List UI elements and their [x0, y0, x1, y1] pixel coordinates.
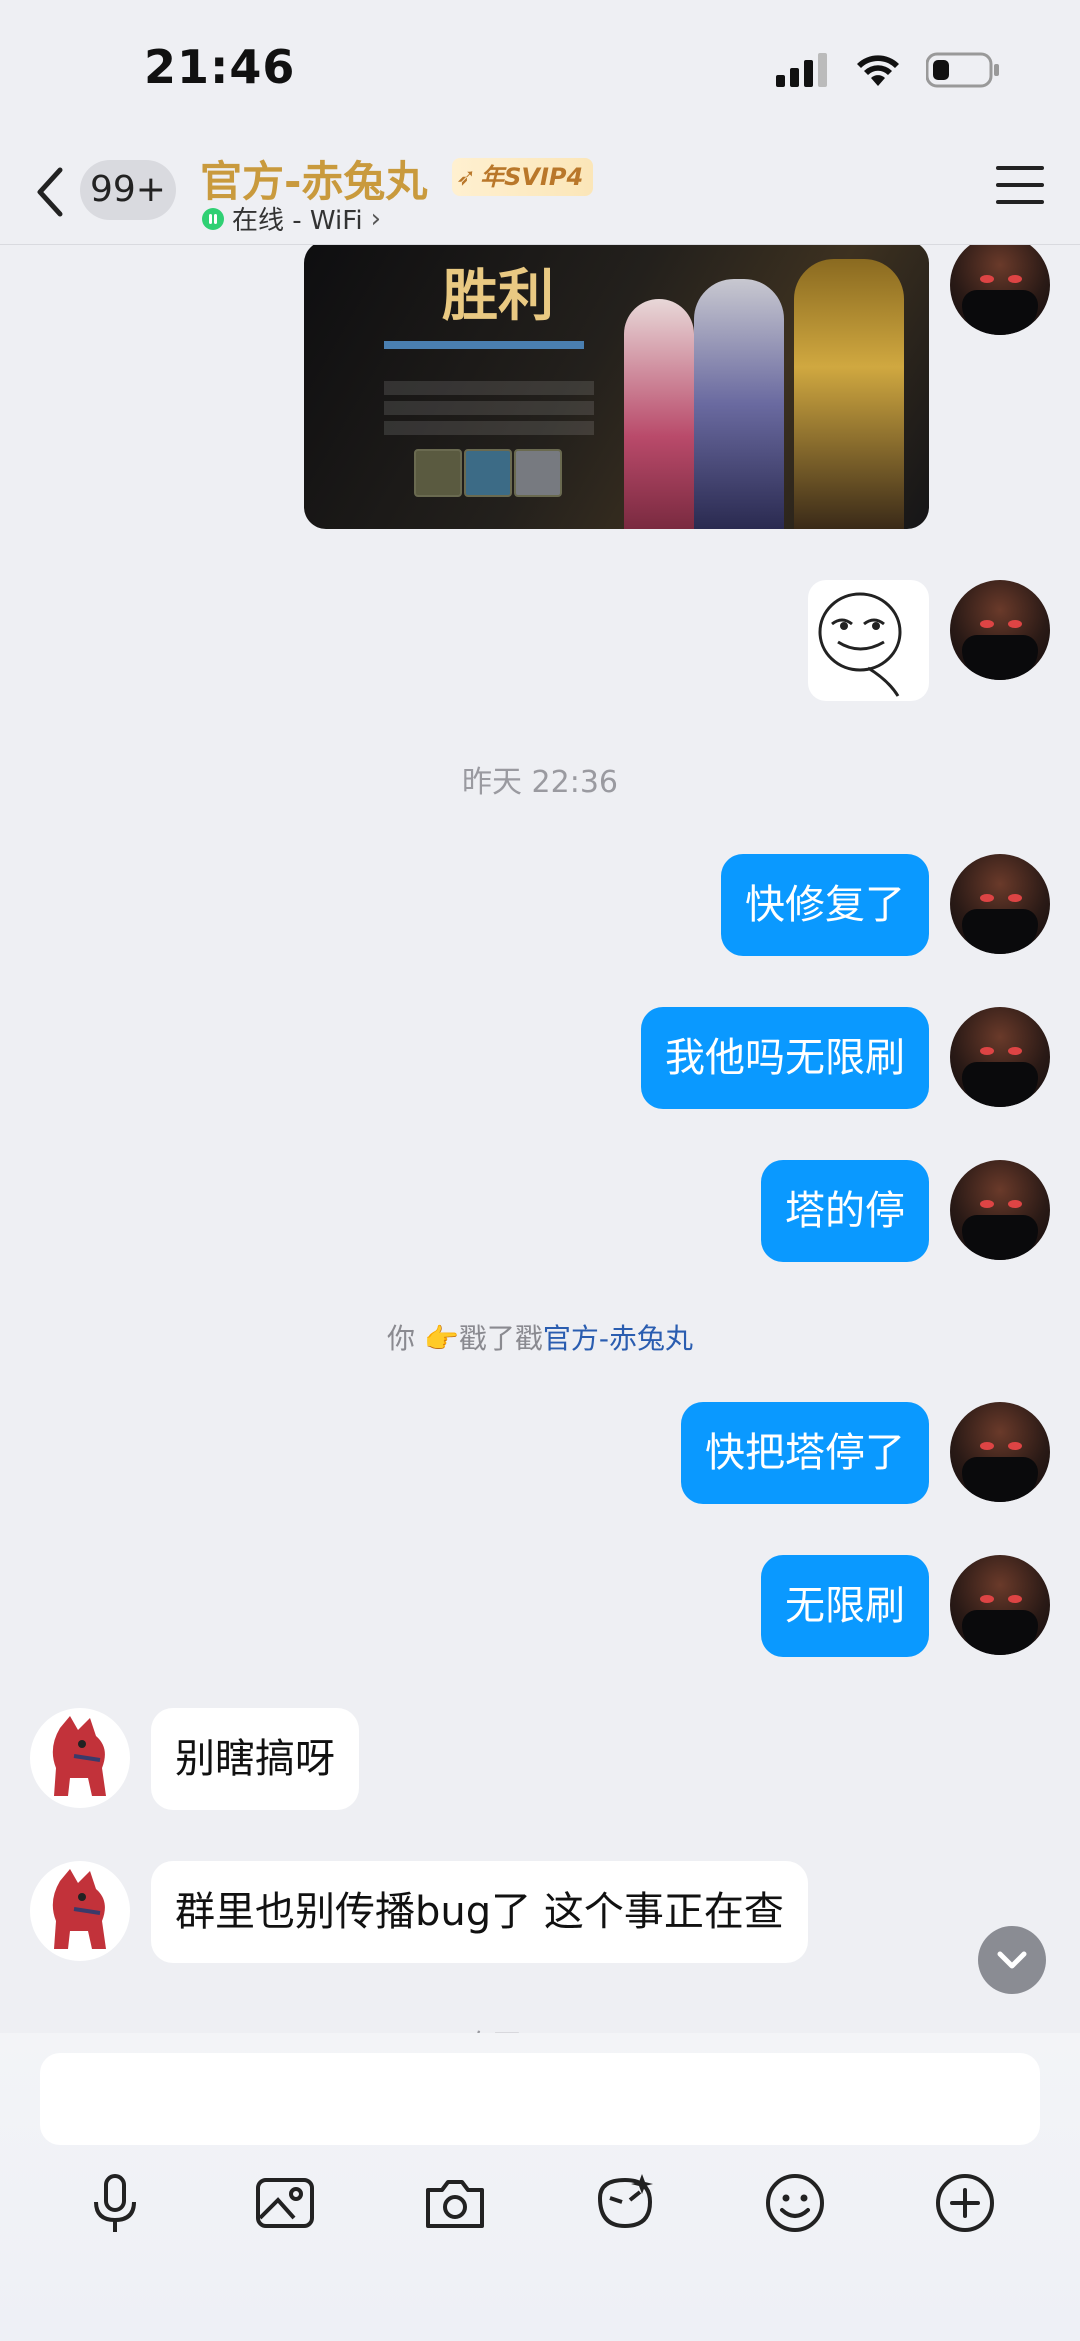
message-bubble[interactable]: 无限刷 [761, 1555, 929, 1657]
sticker-icon[interactable] [590, 2168, 660, 2238]
message-bubble[interactable]: 群里也别传播bug了 这个事正在查 [151, 1861, 808, 1963]
red-horse-avatar-icon [52, 1716, 106, 1796]
my-avatar[interactable] [950, 854, 1050, 954]
sticker-message[interactable] [808, 580, 929, 701]
status-time: 21:46 [144, 40, 296, 94]
vip-wing-icon: ➶ [456, 163, 477, 191]
image-character-2 [694, 279, 784, 529]
my-avatar[interactable] [950, 580, 1050, 680]
my-avatar[interactable] [950, 1007, 1050, 1107]
message-list[interactable]: 胜利 昨天 22:36 快修复了 我他吗无限刷 塔的停 你 👉戳了戳官方-赤兔丸… [0, 245, 1080, 2033]
my-avatar[interactable] [950, 245, 1050, 335]
menu-icon[interactable] [996, 166, 1044, 214]
poke-notice: 你 👉戳了戳官方-赤兔丸 [0, 1317, 1080, 1357]
smirk-face-icon [818, 592, 902, 697]
poke-hand-icon: 👉 [423, 1322, 459, 1355]
camera-icon[interactable] [420, 2168, 490, 2238]
image-victory-text: 胜利 [442, 263, 554, 329]
presence-status[interactable]: 在线 - WiFi › [202, 200, 381, 237]
presence-label: 在线 - WiFi [232, 206, 363, 236]
back-icon[interactable] [30, 162, 70, 222]
chat-header: 99+ 官方-赤兔丸 ➶ 年SVIP4 在线 - WiFi › [0, 140, 1080, 245]
poke-target[interactable]: 官方-赤兔丸 [543, 1322, 693, 1355]
vip-badge: ➶ 年SVIP4 [452, 158, 594, 196]
image-progress-bar [384, 341, 584, 349]
chevron-right-icon: › [370, 203, 381, 234]
message-bubble[interactable]: 我他吗无限刷 [641, 1007, 929, 1109]
vip-badge-label: 年SVIP4 [480, 163, 584, 191]
time-divider-partial: 昨天 23:41 [0, 2021, 1080, 2033]
poke-actor: 你 [387, 1322, 416, 1355]
red-horse-avatar-icon [52, 1869, 106, 1949]
unread-count-badge[interactable]: 99+ [80, 160, 176, 220]
input-bar [0, 2033, 1080, 2341]
poke-action: 戳了戳 [458, 1322, 543, 1355]
image-message[interactable]: 胜利 [304, 245, 929, 529]
message-bubble[interactable]: 别瞎搞呀 [151, 1708, 359, 1810]
my-avatar[interactable] [950, 1555, 1050, 1655]
message-bubble[interactable]: 快把塔停了 [681, 1402, 929, 1504]
status-icons [776, 52, 1000, 88]
wifi-icon [857, 55, 899, 86]
message-input[interactable] [40, 2053, 1040, 2145]
mic-icon[interactable] [80, 2168, 150, 2238]
battery-icon [926, 52, 999, 88]
message-bubble[interactable]: 塔的停 [761, 1160, 929, 1262]
contact-avatar[interactable] [30, 1708, 130, 1808]
contact-avatar[interactable] [30, 1861, 130, 1961]
my-avatar[interactable] [950, 1402, 1050, 1502]
status-bar: 21:46 [0, 0, 1080, 140]
chevron-down-icon [997, 1951, 1027, 1969]
scroll-to-bottom-button[interactable] [978, 1926, 1046, 1994]
input-toolbar [0, 2168, 1080, 2258]
emoji-icon[interactable] [760, 2168, 830, 2238]
signal-icon [776, 53, 827, 87]
my-avatar[interactable] [950, 1160, 1050, 1260]
message-bubble[interactable]: 快修复了 [721, 854, 929, 956]
image-character-1 [624, 299, 694, 529]
online-status-icon [202, 207, 224, 230]
time-divider: 昨天 22:36 [462, 765, 618, 800]
image-character-3 [794, 259, 904, 529]
plus-icon[interactable] [930, 2168, 1000, 2238]
image-icon[interactable] [250, 2168, 320, 2238]
